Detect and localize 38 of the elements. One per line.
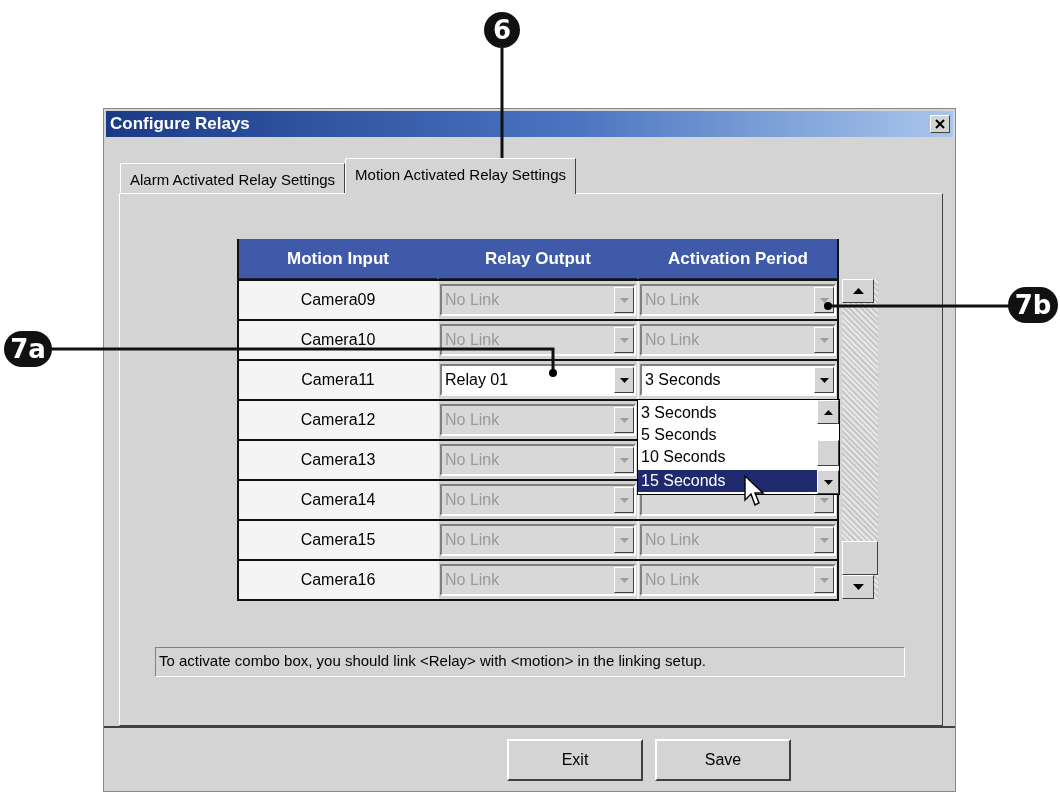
- scroll-thumb[interactable]: [842, 541, 878, 575]
- dialog-button[interactable]: Exit: [507, 739, 643, 781]
- dropdown-arrow-icon: [619, 297, 629, 303]
- tab[interactable]: Motion Activated Relay Settings: [345, 158, 577, 194]
- dropdown-arrow-icon: [619, 537, 629, 543]
- dialog-button[interactable]: Save: [655, 739, 791, 781]
- scroll-thumb[interactable]: [817, 440, 839, 466]
- dropdown-option[interactable]: 3 Seconds: [638, 402, 817, 424]
- dropdown-option[interactable]: 15 Seconds: [638, 470, 817, 492]
- dropdown-arrow-icon: [619, 577, 629, 583]
- dropdown-arrow-icon: [819, 537, 829, 543]
- hint-text: To activate combo box, you should link <Relay> with <motion> in the linking setup.: [155, 647, 905, 677]
- scrollbar[interactable]: [842, 279, 878, 599]
- scrollbar[interactable]: [817, 400, 839, 494]
- dropdown-arrow-icon: [819, 297, 829, 303]
- scroll-up-icon: [823, 409, 833, 415]
- window-title: Configure Relays: [110, 114, 250, 134]
- close-button[interactable]: [930, 115, 950, 133]
- tab[interactable]: Alarm Activated Relay Settings: [120, 163, 346, 193]
- dropdown-arrow-icon: [619, 337, 629, 343]
- combo-box[interactable]: Relay 01: [440, 364, 636, 396]
- dropdown-arrow-icon: [619, 457, 629, 463]
- scroll-up-icon: [852, 288, 864, 294]
- scroll-down-icon: [852, 584, 864, 590]
- callout-marker: 7b: [1008, 287, 1058, 323]
- callout-marker: 6: [484, 12, 520, 48]
- dropdown-arrow-icon: [819, 377, 829, 383]
- dropdown-arrow-icon: [819, 337, 829, 343]
- dropdown-option[interactable]: 5 Seconds: [638, 424, 817, 446]
- dropdown-arrow-icon: [819, 577, 829, 583]
- close-icon: [935, 119, 945, 129]
- dropdown-option[interactable]: 10 Seconds: [638, 446, 817, 468]
- dropdown-arrow-icon: [619, 497, 629, 503]
- callout-marker: 7a: [4, 331, 52, 367]
- combo-box[interactable]: 3 Seconds: [640, 364, 836, 396]
- dropdown-arrow-icon: [819, 497, 829, 503]
- dropdown-arrow-icon: [619, 377, 629, 383]
- dropdown-arrow-icon: [619, 417, 629, 423]
